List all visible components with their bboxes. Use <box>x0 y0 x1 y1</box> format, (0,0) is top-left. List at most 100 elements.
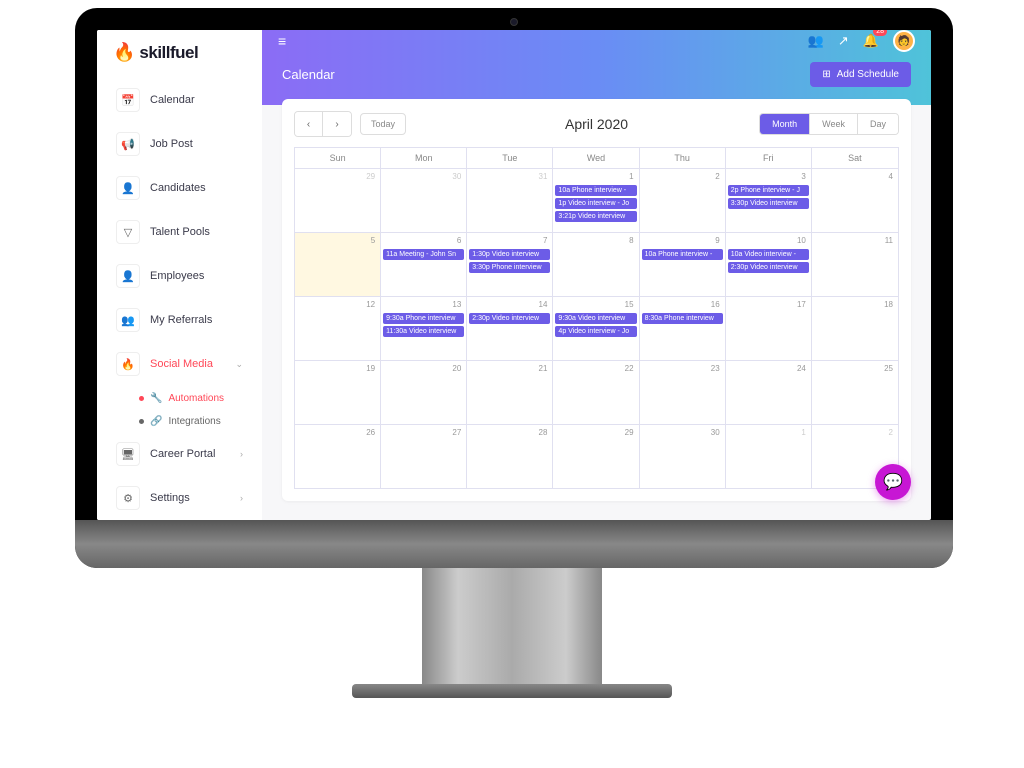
sub-item-integrations[interactable]: 🔗Integrations <box>135 410 252 433</box>
calendar-cell[interactable]: 32p Phone interview - J3:30p Video inter… <box>726 168 812 232</box>
calendar-cell[interactable]: 139:30a Phone interview11:30a Video inte… <box>381 296 467 360</box>
chat-fab[interactable]: 💬 <box>875 464 911 500</box>
sidebar-item-candidates[interactable]: 👤Candidates <box>107 167 252 209</box>
plus-icon: ⊞ <box>822 69 830 80</box>
calendar-event[interactable]: 2:30p Video interview <box>728 262 809 273</box>
calendar-cell[interactable]: 9 10a Phone interview - <box>640 232 726 296</box>
calendar-event[interactable]: 11:30a Video interview <box>383 326 464 337</box>
calendar-cell[interactable]: 31 <box>467 168 553 232</box>
calendar-cell[interactable]: 8 <box>553 232 639 296</box>
today-button[interactable]: Today <box>360 113 406 135</box>
calendar-cell[interactable]: 27 <box>381 424 467 488</box>
sidebar-item-talent-pools[interactable]: ▽Talent Pools <box>107 211 252 253</box>
nav-label: Talent Pools <box>150 226 210 238</box>
calendar-cell[interactable]: 24 <box>726 360 812 424</box>
calendar-cell[interactable]: 168:30a Phone interview <box>640 296 726 360</box>
nav-label: Candidates <box>150 182 206 194</box>
logo[interactable]: 🔥 skillfuel <box>97 30 262 75</box>
view-month-button[interactable]: Month <box>760 114 810 134</box>
calendar-cell[interactable]: 21 <box>467 360 553 424</box>
avatar[interactable]: 🧑 <box>893 30 915 52</box>
calendar-cell[interactable]: 1 <box>726 424 812 488</box>
calendar-cell[interactable]: 23 <box>640 360 726 424</box>
sidebar-item-career-portal[interactable]: 🖥Career Portal› <box>107 433 252 475</box>
calendar-event[interactable]: 10a Video interview - <box>728 249 809 260</box>
date-number: 9 <box>715 236 719 245</box>
next-month-button[interactable]: › <box>323 112 351 136</box>
menu-toggle-icon[interactable]: ≡ <box>278 33 286 49</box>
calendar-event[interactable]: 9:30a Video interview <box>555 313 636 324</box>
calendar-cell[interactable]: 30 <box>640 424 726 488</box>
date-number: 23 <box>711 364 720 373</box>
calendar-event[interactable]: 2p Phone interview - J <box>728 185 809 196</box>
calendar-event[interactable]: 1:30p Video interview <box>469 249 550 260</box>
chat-icon: 💬 <box>883 472 903 492</box>
date-number: 22 <box>625 364 634 373</box>
calendar-cell[interactable]: 19 <box>295 360 381 424</box>
calendar-cell[interactable]: 11 <box>812 232 898 296</box>
calendar-cell[interactable]: 29 <box>295 168 381 232</box>
calendar-cell[interactable]: 25 <box>812 360 898 424</box>
date-number: 1 <box>629 172 633 181</box>
calendar-event[interactable]: 11a Meeting - John Sn <box>383 249 464 260</box>
users-icon[interactable]: 👥 <box>808 33 824 49</box>
date-number: 17 <box>797 300 806 309</box>
calendar-cell[interactable]: 26 <box>295 424 381 488</box>
view-day-button[interactable]: Day <box>858 114 898 134</box>
date-number: 29 <box>366 172 375 181</box>
add-schedule-button[interactable]: ⊞ Add Schedule <box>810 62 911 87</box>
calendar-cell[interactable]: 20 <box>381 360 467 424</box>
calendar-cell[interactable]: 2 <box>640 168 726 232</box>
calendar-cell[interactable]: 1 10a Phone interview - 1p Video interview… <box>553 168 639 232</box>
calendar-cell[interactable]: 18 <box>812 296 898 360</box>
nav-icon: 📢 <box>116 132 140 156</box>
calendar-cell[interactable]: 30 <box>381 168 467 232</box>
sidebar-item-job-post[interactable]: 📢Job Post <box>107 123 252 165</box>
calendar-event[interactable]: 3:30p Phone interview <box>469 262 550 273</box>
calendar-event[interactable]: 10a Phone interview - <box>642 249 723 260</box>
date-number: 5 <box>371 236 375 245</box>
calendar-event[interactable]: 10a Phone interview - <box>555 185 636 196</box>
calendar-cell[interactable]: 17 <box>726 296 812 360</box>
calendar-event[interactable]: 2:30p Video interview <box>469 313 550 324</box>
calendar-event[interactable]: 8:30a Phone interview <box>642 313 723 324</box>
calendar-event[interactable]: 1p Video interview - Jo <box>555 198 636 209</box>
calendar-cell[interactable]: 5 <box>295 232 381 296</box>
sidebar-item-social-media[interactable]: 🔥Social Media⌄ <box>107 343 252 385</box>
calendar-cell[interactable]: 142:30p Video interview <box>467 296 553 360</box>
view-week-button[interactable]: Week <box>810 114 858 134</box>
calendar-cell[interactable]: 611a Meeting - John Sn <box>381 232 467 296</box>
calendar-cell[interactable]: 1010a Video interview -2:30p Video inter… <box>726 232 812 296</box>
calendar-card: ‹ › Today April 2020 Month Week Day SunM… <box>282 99 911 501</box>
calendar-cell[interactable]: 71:30p Video interview3:30p Phone interv… <box>467 232 553 296</box>
nav-label: Social Media <box>150 358 213 370</box>
notification-badge: 28 <box>873 30 887 36</box>
calendar-cell[interactable]: 159:30a Video interview4p Video intervie… <box>553 296 639 360</box>
sidebar-item-settings[interactable]: ⚙Settings› <box>107 477 252 519</box>
calendar-event[interactable]: 3:21p Video interview <box>555 211 636 222</box>
sidebar-item-my-referrals[interactable]: 👥My Referrals <box>107 299 252 341</box>
sidebar-item-employees[interactable]: 👤Employees <box>107 255 252 297</box>
calendar-cell[interactable]: 12 <box>295 296 381 360</box>
calendar-cell[interactable]: 22 <box>553 360 639 424</box>
calendar-event[interactable]: 3:30p Video interview <box>728 198 809 209</box>
calendar-event[interactable]: 4p Video interview - Jo <box>555 326 636 337</box>
external-link-icon[interactable]: ↗ <box>838 33 849 49</box>
notifications-icon[interactable]: 🔔28 <box>863 33 879 49</box>
date-number: 28 <box>539 428 548 437</box>
topbar: ≡ 👥 ↗ 🔔28 🧑 <box>262 30 931 52</box>
prev-month-button[interactable]: ‹ <box>295 112 323 136</box>
date-number: 24 <box>797 364 806 373</box>
sidebar-item-calendar[interactable]: 📅Calendar <box>107 79 252 121</box>
calendar-cell[interactable]: 4 <box>812 168 898 232</box>
nav-icon: 👥 <box>116 308 140 332</box>
day-header: Tue <box>467 148 553 168</box>
sidebar: 🔥 skillfuel 📅Calendar📢Job Post👤Candidate… <box>97 30 262 520</box>
sub-item-automations[interactable]: 🔧Automations <box>135 387 252 410</box>
calendar-cell[interactable]: 29 <box>553 424 639 488</box>
calendar-cell[interactable]: 28 <box>467 424 553 488</box>
date-number: 30 <box>452 172 461 181</box>
imac-stand <box>422 568 602 698</box>
nav-label: Calendar <box>150 94 195 106</box>
calendar-event[interactable]: 9:30a Phone interview <box>383 313 464 324</box>
